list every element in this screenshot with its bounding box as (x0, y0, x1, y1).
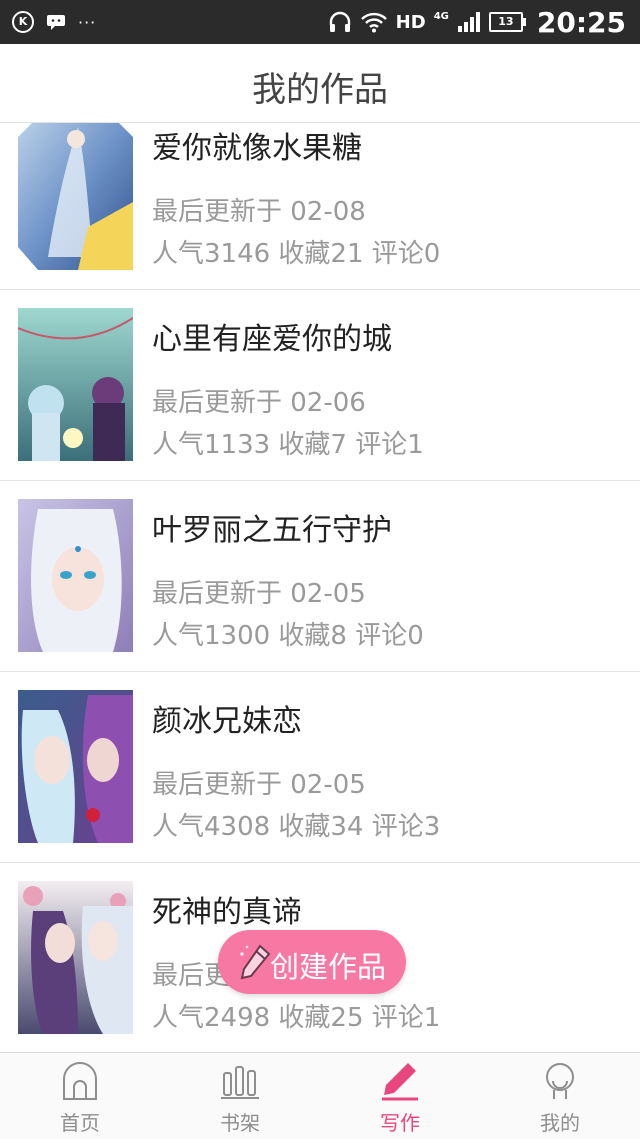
status-right: HD 4G 13 20:25 (328, 5, 626, 39)
work-cover-image[interactable] (18, 690, 133, 843)
bookshelf-icon (221, 1066, 259, 1099)
work-title[interactable]: 心里有座爱你的城 (152, 314, 392, 358)
status-bar: K ··· HD 4G 13 20:25 (0, 0, 640, 44)
work-stats: 人气1133 收藏7 评论1 (152, 430, 424, 460)
work-updated: 最后更新于 02-06 (152, 388, 366, 418)
headphones-icon (329, 11, 350, 32)
work-updated: 最后更新于 02-05 (152, 579, 366, 609)
work-stats: 人气4308 收藏34 评论3 (152, 812, 441, 842)
works-list[interactable]: 爱你就像水果糖 最后更新于 02-08 人气3146 收藏21 评论0 心里有座… (0, 123, 640, 1053)
tab-bookshelf-label: 书架 (220, 1111, 260, 1135)
work-cover-image[interactable] (18, 499, 133, 652)
tab-bookshelf[interactable]: 书架 (160, 1053, 320, 1139)
work-cover-image[interactable] (18, 308, 133, 461)
signal-icon (457, 12, 480, 32)
work-cover-image[interactable] (18, 123, 133, 270)
work-item[interactable]: 心里有座爱你的城 最后更新于 02-06 人气1133 收藏7 评论1 (0, 290, 640, 481)
work-cover-image[interactable] (18, 881, 133, 1034)
home-icon (63, 1062, 97, 1100)
create-work-label: 创建作品 (270, 950, 387, 984)
pencil-icon (240, 944, 271, 980)
work-title[interactable]: 叶罗丽之五行守护 (152, 505, 392, 549)
work-updated: 最后更新于 02-05 (152, 770, 366, 800)
work-updated: 最后更新于 02-08 (152, 197, 366, 227)
work-item[interactable]: 颜冰兄妹恋 最后更新于 02-05 人气4308 收藏34 评论3 (0, 672, 640, 863)
app-header: 我的作品 (0, 44, 640, 123)
k-icon: K (12, 11, 34, 33)
network-sub: 4G (433, 10, 449, 22)
bottom-tab-bar: 首页 书架 写作 我的 (0, 1052, 640, 1139)
work-stats: 人气1300 收藏8 评论0 (152, 621, 424, 651)
page-title: 我的作品 (252, 70, 388, 110)
work-item[interactable]: 爱你就像水果糖 最后更新于 02-08 人气3146 收藏21 评论0 (0, 123, 640, 290)
work-title[interactable]: 颜冰兄妹恋 (152, 696, 302, 740)
wifi-icon (360, 12, 387, 33)
work-title[interactable]: 爱你就像水果糖 (152, 123, 362, 167)
tab-profile-label: 我的 (540, 1111, 580, 1135)
work-title[interactable]: 死神的真谛 (152, 887, 302, 931)
network-type: HD (395, 11, 426, 33)
work-stats: 人气2498 收藏25 评论1 (152, 1003, 441, 1033)
tab-write[interactable]: 写作 (320, 1053, 480, 1139)
clock: 20:25 (536, 5, 626, 39)
create-work-button[interactable]: 创建作品 (218, 930, 406, 994)
tab-home-label: 首页 (60, 1111, 100, 1135)
work-stats: 人气3146 收藏21 评论0 (152, 239, 441, 269)
pen-icon (382, 1063, 418, 1101)
profile-icon (546, 1063, 574, 1099)
status-left: K ··· (12, 10, 96, 34)
chat-icon (47, 15, 65, 30)
tab-write-label: 写作 (380, 1111, 420, 1135)
more-notifications: ··· (78, 12, 97, 32)
battery-icon: 13 (488, 12, 526, 32)
tab-profile[interactable]: 我的 (480, 1053, 640, 1139)
work-item[interactable]: 叶罗丽之五行守护 最后更新于 02-05 人气1300 收藏8 评论0 (0, 481, 640, 672)
tab-home[interactable]: 首页 (0, 1053, 160, 1139)
